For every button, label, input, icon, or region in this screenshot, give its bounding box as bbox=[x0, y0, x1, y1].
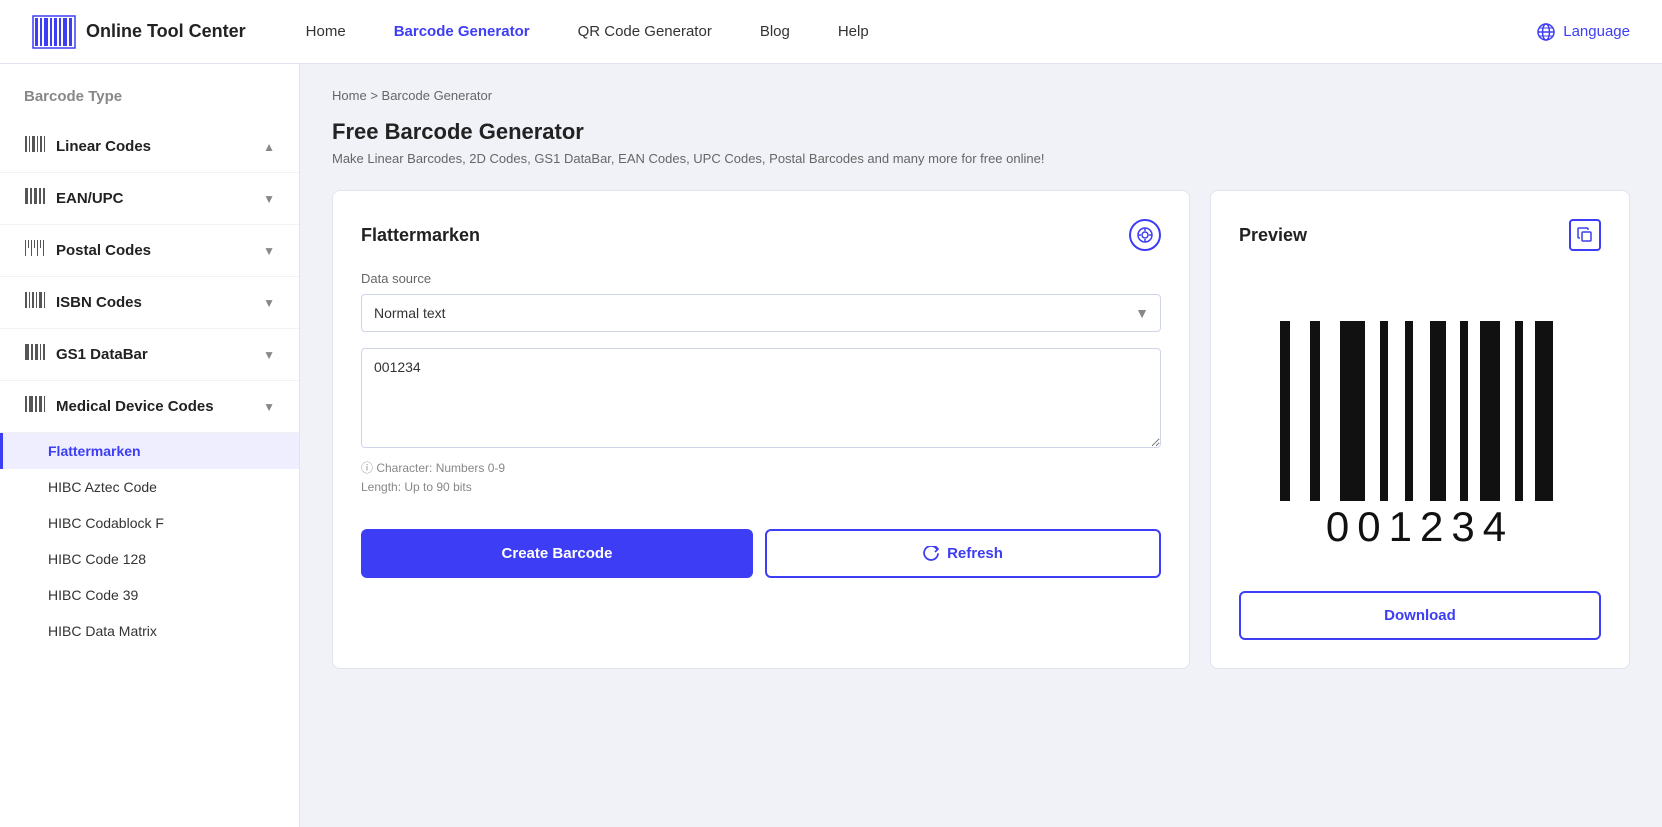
sidebar-section-header-postal-codes[interactable]: Postal Codes ▼ bbox=[0, 225, 299, 276]
medical-device-codes-icon bbox=[24, 393, 46, 420]
globe-icon bbox=[1537, 23, 1555, 41]
settings-icon-btn[interactable] bbox=[1129, 219, 1161, 251]
left-panel-header: Flattermarken bbox=[361, 219, 1161, 251]
page-title: Free Barcode Generator bbox=[332, 119, 1630, 145]
target-icon bbox=[1137, 227, 1153, 243]
main-layout: Barcode Type Linear Codes bbox=[0, 64, 1662, 827]
content-area: Home > Barcode Generator Free Barcode Ge… bbox=[300, 64, 1662, 827]
barcode-image: 001234 bbox=[1260, 291, 1580, 571]
sidebar-section-postal-codes: Postal Codes ▼ bbox=[0, 225, 299, 277]
postal-codes-label: Postal Codes bbox=[56, 242, 151, 259]
language-label: Language bbox=[1563, 23, 1630, 40]
postal-codes-chevron: ▼ bbox=[263, 244, 275, 258]
medical-device-codes-label: Medical Device Codes bbox=[56, 398, 214, 415]
page-subtitle: Make Linear Barcodes, 2D Codes, GS1 Data… bbox=[332, 151, 1630, 166]
sidebar-item-hibc-data-matrix[interactable]: HIBC Data Matrix bbox=[0, 613, 299, 649]
sidebar-section-gs1-databar: GS1 DataBar ▼ bbox=[0, 329, 299, 381]
breadcrumb-separator: > bbox=[370, 88, 381, 103]
hint-text: ⓘ Character: Numbers 0-9 Length: Up to 9… bbox=[361, 459, 1161, 497]
hint-line1: ⓘ Character: Numbers 0-9 bbox=[361, 459, 1161, 478]
sidebar-item-hibc-aztec-code[interactable]: HIBC Aztec Code bbox=[0, 469, 299, 505]
sidebar-section-linear-codes: Linear Codes ▲ bbox=[0, 121, 299, 173]
data-source-label: Data source bbox=[361, 271, 1161, 286]
copy-icon bbox=[1577, 227, 1593, 243]
sidebar-item-hibc-code-39[interactable]: HIBC Code 39 bbox=[0, 577, 299, 613]
sidebar-title: Barcode Type bbox=[0, 80, 299, 121]
gs1-databar-chevron: ▼ bbox=[263, 348, 275, 362]
ean-upc-label: EAN/UPC bbox=[56, 190, 124, 207]
language-selector[interactable]: Language bbox=[1537, 23, 1630, 41]
postal-codes-icon bbox=[24, 237, 46, 264]
logo-icon bbox=[32, 10, 76, 54]
sidebar-section-header-medical-device-codes[interactable]: Medical Device Codes ▼ bbox=[0, 381, 299, 432]
sidebar-section-medical-device-codes: Medical Device Codes ▼ bbox=[0, 381, 299, 433]
barcode-preview: 001234 bbox=[1239, 271, 1601, 591]
sidebar: Barcode Type Linear Codes bbox=[0, 64, 300, 827]
nav-qr-code-generator[interactable]: QR Code Generator bbox=[578, 23, 712, 40]
logo-text: Online Tool Center bbox=[86, 21, 246, 42]
sidebar-item-hibc-code-128[interactable]: HIBC Code 128 bbox=[0, 541, 299, 577]
create-barcode-button[interactable]: Create Barcode bbox=[361, 529, 753, 578]
breadcrumb: Home > Barcode Generator bbox=[332, 88, 1630, 103]
hint-line2: Length: Up to 90 bits bbox=[361, 478, 1161, 497]
right-panel: Preview bbox=[1210, 190, 1630, 669]
sidebar-section-header-isbn-codes[interactable]: ISBN Codes ▼ bbox=[0, 277, 299, 328]
copy-button[interactable] bbox=[1569, 219, 1601, 251]
download-button[interactable]: Download bbox=[1239, 591, 1601, 640]
sidebar-section-header-ean-upc[interactable]: EAN/UPC ▼ bbox=[0, 173, 299, 224]
sidebar-item-hibc-codablock-f[interactable]: HIBC Codablock F bbox=[0, 505, 299, 541]
ean-upc-chevron: ▼ bbox=[263, 192, 275, 206]
isbn-codes-label: ISBN Codes bbox=[56, 294, 142, 311]
main-nav: Home Barcode Generator QR Code Generator… bbox=[306, 23, 1538, 40]
panels: Flattermarken Data source bbox=[332, 190, 1630, 669]
ean-upc-icon bbox=[24, 185, 46, 212]
sidebar-section-isbn-codes: ISBN Codes ▼ bbox=[0, 277, 299, 329]
nav-help[interactable]: Help bbox=[838, 23, 869, 40]
sidebar-section-left: Linear Codes bbox=[24, 133, 151, 160]
linear-codes-chevron: ▲ bbox=[263, 140, 275, 154]
right-panel-header: Preview bbox=[1239, 219, 1601, 251]
header: Online Tool Center Home Barcode Generato… bbox=[0, 0, 1662, 64]
left-panel: Flattermarken Data source bbox=[332, 190, 1190, 669]
nav-blog[interactable]: Blog bbox=[760, 23, 790, 40]
sidebar-section-ean-upc: EAN/UPC ▼ bbox=[0, 173, 299, 225]
data-source-select-wrapper: Normal text Hex data Base64 data ▼ bbox=[361, 294, 1161, 332]
barcode-data-textarea[interactable]: 001234 bbox=[361, 348, 1161, 448]
breadcrumb-current: Barcode Generator bbox=[382, 88, 493, 103]
medical-device-codes-chevron: ▼ bbox=[263, 400, 275, 414]
nav-home[interactable]: Home bbox=[306, 23, 346, 40]
right-panel-title: Preview bbox=[1239, 225, 1307, 246]
nav-barcode-generator[interactable]: Barcode Generator bbox=[394, 23, 530, 40]
sidebar-section-header-gs1-databar[interactable]: GS1 DataBar ▼ bbox=[0, 329, 299, 380]
sidebar-item-flattermarken[interactable]: Flattermarken bbox=[0, 433, 299, 469]
refresh-button[interactable]: Refresh bbox=[765, 529, 1161, 578]
button-row: Create Barcode Refresh bbox=[361, 529, 1161, 578]
left-panel-title: Flattermarken bbox=[361, 225, 480, 246]
isbn-codes-chevron: ▼ bbox=[263, 296, 275, 310]
logo[interactable]: Online Tool Center bbox=[32, 10, 246, 54]
sidebar-section-header-linear-codes[interactable]: Linear Codes ▲ bbox=[0, 121, 299, 172]
linear-codes-icon bbox=[24, 133, 46, 160]
gs1-databar-label: GS1 DataBar bbox=[56, 346, 148, 363]
breadcrumb-home[interactable]: Home bbox=[332, 88, 367, 103]
data-source-select[interactable]: Normal text Hex data Base64 data bbox=[361, 294, 1161, 332]
isbn-codes-icon bbox=[24, 289, 46, 316]
refresh-label: Refresh bbox=[947, 545, 1003, 562]
linear-codes-label: Linear Codes bbox=[56, 138, 151, 155]
svg-text:001234: 001234 bbox=[1326, 503, 1514, 550]
refresh-icon bbox=[923, 546, 939, 562]
gs1-databar-icon bbox=[24, 341, 46, 368]
